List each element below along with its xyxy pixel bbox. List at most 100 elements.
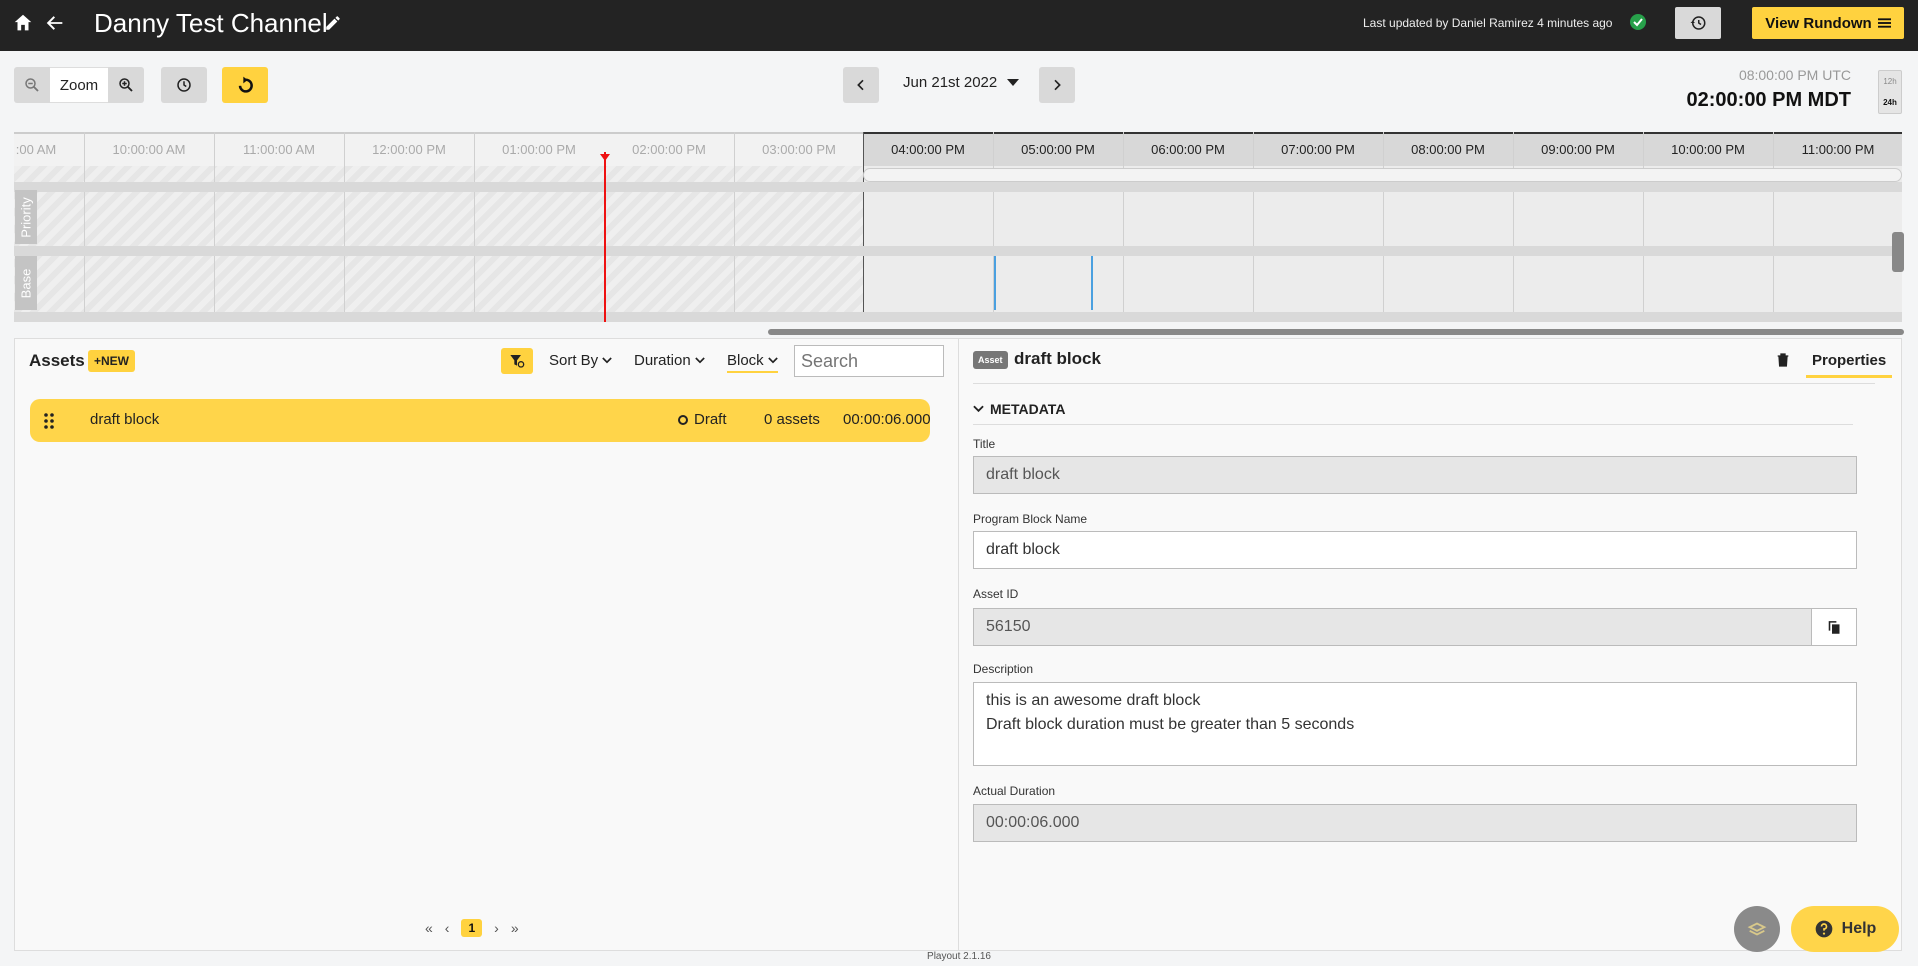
hour-gridline — [344, 132, 345, 322]
current-page[interactable]: 1 — [461, 919, 483, 937]
time-tick: 03:00:00 PM — [762, 142, 836, 157]
row-separator — [14, 312, 1902, 322]
hour-gridline — [84, 132, 85, 322]
zoom-control: Zoom — [14, 67, 144, 103]
view-rundown-button[interactable]: View Rundown — [1752, 7, 1904, 39]
chevron-down-icon — [767, 357, 778, 364]
last-updated-text: Last updated by Daniel Ramirez 4 minutes… — [1363, 16, 1613, 30]
metadata-section-label: METADATA — [990, 401, 1066, 417]
assets-panel: Assets +NEW Sort By Duration Block draft… — [14, 338, 959, 951]
title-label: Title — [973, 437, 996, 451]
edit-pencil-icon[interactable] — [324, 14, 342, 32]
asset-type-badge: Asset — [973, 351, 1008, 369]
time-tick: 06:00:00 PM — [1151, 142, 1225, 157]
time-tick: 04:00:00 PM — [891, 142, 965, 157]
time-tick: 12:00:00 PM — [372, 142, 446, 157]
block-marker[interactable] — [1091, 256, 1093, 310]
time-tick: 10:00:00 AM — [112, 142, 186, 157]
properties-panel: Asset draft block Properties METADATA Ti… — [959, 338, 1902, 951]
time-tick: 11:00:00 AM — [242, 142, 316, 157]
time-utc: 08:00:00 PM UTC — [1738, 67, 1851, 83]
current-time-marker — [600, 154, 610, 161]
asset-name: draft block — [90, 411, 160, 428]
block-type-dropdown[interactable]: Block — [727, 352, 778, 373]
zoom-in-button[interactable] — [108, 67, 144, 103]
date-label: Jun 21st 2022 — [903, 74, 998, 91]
time-tick: 11:00:00 PM — [1801, 142, 1875, 157]
chevron-down-icon — [602, 357, 612, 364]
hour-gridline — [734, 132, 735, 322]
asset-status-text: Draft — [694, 411, 727, 428]
next-page-icon[interactable]: › — [494, 920, 499, 936]
asset-status: Draft — [678, 411, 727, 428]
timeline-range-bar[interactable] — [863, 168, 1902, 182]
first-page-icon[interactable]: « — [425, 920, 433, 936]
hour-gridline — [1253, 132, 1254, 322]
hour-gridline — [1773, 132, 1774, 322]
zoom-out-button[interactable] — [14, 67, 50, 103]
saved-check-icon — [1630, 14, 1646, 30]
metadata-section-toggle[interactable]: METADATA — [973, 401, 1065, 417]
help-button[interactable]: Help — [1791, 906, 1899, 952]
hour-format-toggle[interactable]: 12h 24h — [1878, 70, 1902, 114]
schedule-timeline[interactable]: :00 AM 10:00:00 AM 11:00:00 AM 12:00:00 … — [14, 132, 1902, 322]
time-tick: 10:00:00 PM — [1671, 142, 1745, 157]
trash-icon[interactable] — [1775, 352, 1791, 368]
prev-page-icon[interactable]: ‹ — [445, 920, 450, 936]
previous-day-button[interactable] — [843, 67, 879, 103]
description-textarea[interactable]: this is an awesome draft block Draft blo… — [973, 682, 1857, 766]
zoom-label: Zoom — [50, 67, 108, 103]
hour-12-option[interactable]: 12h — [1883, 77, 1896, 86]
time-tick: 05:00:00 PM — [1021, 142, 1095, 157]
hour-gridline — [1513, 132, 1514, 322]
caret-down-icon — [1007, 78, 1020, 86]
assets-title: Assets — [29, 351, 85, 370]
timeline-vertical-scrollbar[interactable] — [1892, 232, 1904, 272]
row-label-text: Priority — [18, 196, 34, 238]
description-label: Description — [973, 662, 1034, 676]
copy-icon — [1828, 620, 1839, 634]
row-separator — [14, 182, 1902, 192]
last-page-icon[interactable]: » — [511, 920, 519, 936]
asset-list-item[interactable]: draft block Draft 0 assets 00:00:06.000 — [30, 399, 931, 442]
copy-asset-id-button[interactable] — [1811, 608, 1857, 646]
home-icon[interactable] — [12, 12, 34, 34]
new-asset-button[interactable]: +NEW — [88, 350, 136, 372]
timeline-horizontal-scrollbar[interactable] — [768, 329, 1904, 335]
drag-handle-icon[interactable] — [44, 413, 54, 429]
time-tick: 02:00:00 PM — [632, 142, 706, 157]
follow-playhead-button[interactable] — [222, 67, 268, 103]
chevron-down-icon — [973, 405, 984, 413]
filter-icon — [510, 355, 525, 368]
history-button[interactable] — [1675, 7, 1721, 39]
actual-duration-label: Actual Duration — [973, 784, 1056, 798]
view-rundown-label: View Rundown — [1765, 14, 1872, 32]
time-tick: 08:00:00 PM — [1411, 142, 1485, 157]
row-label-base: Base — [15, 256, 37, 310]
time-tick: :00 AM — [15, 142, 57, 157]
block-marker[interactable] — [994, 256, 996, 310]
asset-duration: 00:00:06.000 — [843, 411, 931, 428]
tab-properties[interactable]: Properties — [1806, 352, 1893, 378]
hour-24-option[interactable]: 24h — [1883, 98, 1897, 107]
program-block-name-field[interactable]: draft block — [973, 531, 1857, 569]
asset-id-label: Asset ID — [973, 587, 1019, 601]
sort-by-dropdown[interactable]: Sort By — [549, 352, 612, 369]
next-day-button[interactable] — [1039, 67, 1075, 103]
back-arrow-icon[interactable] — [44, 12, 66, 34]
duration-dropdown[interactable]: Duration — [634, 352, 705, 369]
title-field: draft block — [973, 456, 1857, 494]
date-selector[interactable]: Jun 21st 2022 — [903, 74, 1020, 91]
search-input[interactable] — [794, 345, 944, 377]
stack-button[interactable] — [1734, 906, 1780, 952]
jump-to-now-button[interactable] — [161, 67, 207, 103]
filter-button[interactable] — [501, 348, 533, 374]
top-bar: Danny Test Channel Last updated by Danie… — [0, 0, 1918, 51]
time-tick: 01:00:00 PM — [502, 142, 576, 157]
sort-by-label: Sort By — [549, 352, 599, 369]
chevron-down-icon — [694, 357, 705, 364]
chevron-right-icon — [1054, 79, 1061, 91]
hour-gridline — [214, 132, 215, 322]
channel-title: Danny Test Channel — [94, 8, 328, 38]
hamburger-icon — [1877, 18, 1891, 28]
